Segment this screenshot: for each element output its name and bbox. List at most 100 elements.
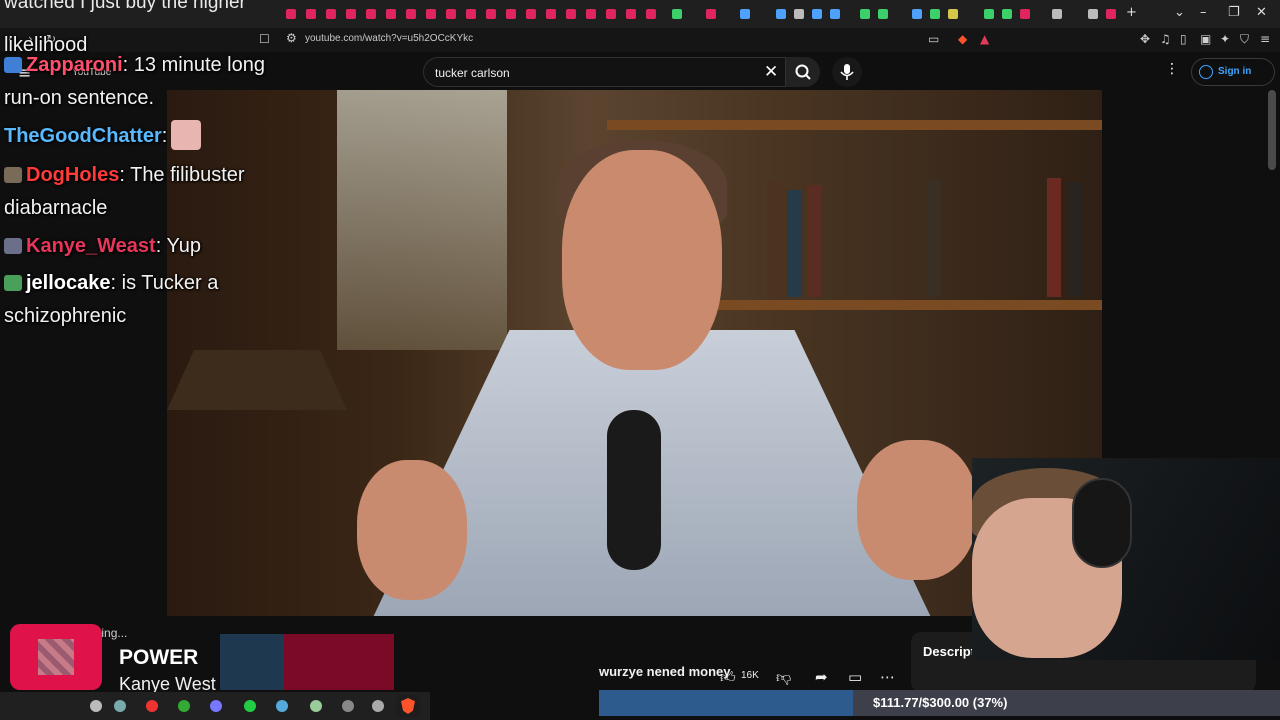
video-book — [1047, 178, 1061, 297]
taskbar-app-icon[interactable] — [244, 700, 256, 712]
browser-tab[interactable] — [672, 9, 682, 19]
chat-text: : 13 minute long — [122, 54, 265, 76]
leo-icon[interactable]: ✦ — [1220, 32, 1230, 46]
browser-tab[interactable] — [426, 9, 436, 19]
search-input[interactable]: tucker carlson ✕ — [423, 57, 786, 87]
browser-tab[interactable] — [776, 9, 786, 19]
browser-tab[interactable] — [386, 9, 396, 19]
more-vert-icon[interactable]: ⋮ — [1165, 61, 1179, 77]
browser-tab[interactable] — [1020, 9, 1030, 19]
taskbar-app-icon[interactable] — [90, 700, 102, 712]
dislike-icon[interactable]: 👎︎ — [776, 668, 791, 687]
browser-tab[interactable] — [830, 9, 840, 19]
wallet-icon[interactable]: ▣ — [1200, 32, 1211, 46]
url-field[interactable]: ⚙ youtube.com/watch?v=u5h2OCcKYkc — [280, 30, 1000, 50]
taskbar-app-icon[interactable] — [146, 700, 158, 712]
cast-icon[interactable]: ▭ — [928, 32, 939, 46]
extensions-icon[interactable]: ✥ — [1140, 32, 1150, 46]
save-icon[interactable]: ▭ — [848, 668, 862, 686]
browser-tab[interactable] — [794, 9, 804, 19]
sidebar-icon[interactable]: ▯ — [1180, 32, 1187, 46]
taskbar-app-icon[interactable] — [210, 700, 222, 712]
voice-search-button[interactable] — [832, 57, 862, 87]
like-count: 16K — [741, 670, 759, 681]
browser-tab[interactable] — [912, 9, 922, 19]
chat-text: : The filibuster — [119, 164, 245, 186]
search-query-text: tucker carlson — [435, 66, 510, 80]
browser-tab[interactable] — [526, 9, 536, 19]
taskbar-app-icon[interactable] — [372, 700, 384, 712]
taskbar-app-icon[interactable] — [114, 700, 126, 712]
chat-message: TheGoodChatter: — [4, 120, 202, 153]
browser-tab[interactable] — [446, 9, 456, 19]
browser-tab[interactable] — [566, 9, 576, 19]
browser-tab[interactable] — [860, 9, 870, 19]
taskbar-app-icon[interactable] — [178, 700, 190, 712]
brave-rewards-icon[interactable]: ▲ — [980, 32, 989, 46]
chat-overflow-caption: watched I just buy the higher — [4, 0, 246, 13]
browser-tab[interactable] — [586, 9, 596, 19]
chat-message-continued: run-on sentence. — [4, 87, 155, 109]
browser-tab[interactable] — [506, 9, 516, 19]
more-actions-icon[interactable]: ⋯ — [880, 668, 895, 686]
taskbar — [0, 692, 430, 720]
like-icon[interactable]: 👍︎ — [720, 668, 736, 687]
close-icon[interactable]: ✕ — [764, 62, 778, 82]
browser-tab[interactable] — [486, 9, 496, 19]
brave-browser-taskbar-button[interactable] — [396, 695, 420, 717]
minimize-icon[interactable]: – — [1200, 5, 1207, 20]
browser-tab[interactable] — [546, 9, 556, 19]
brave-shields-icon[interactable]: ◆ — [958, 32, 967, 46]
browser-tab[interactable] — [948, 9, 958, 19]
browser-tab[interactable] — [706, 9, 716, 19]
brave-icon — [401, 698, 415, 714]
browser-tab[interactable] — [1002, 9, 1012, 19]
donation-goal-fill — [599, 690, 853, 716]
browser-tab[interactable] — [306, 9, 316, 19]
vpn-icon[interactable]: ⛉ — [1240, 32, 1249, 47]
now-playing-decoration — [284, 634, 394, 690]
sign-in-button[interactable]: Sign in — [1191, 58, 1275, 86]
browser-tab[interactable] — [466, 9, 476, 19]
taskbar-app-icon[interactable] — [342, 700, 354, 712]
new-tab-icon[interactable]: + — [1126, 5, 1137, 20]
browser-tab[interactable] — [878, 9, 888, 19]
video-player[interactable] — [167, 90, 1102, 616]
browser-tab[interactable] — [1088, 9, 1098, 19]
window-close-icon[interactable]: ✕ — [1256, 5, 1267, 20]
chat-badge-icon — [4, 275, 22, 291]
streamer-webcam — [972, 458, 1280, 660]
browser-tab[interactable] — [346, 9, 356, 19]
chevron-down-icon[interactable]: ⌄ — [1174, 5, 1185, 20]
browser-tab[interactable] — [1052, 9, 1062, 19]
browser-tab[interactable] — [366, 9, 376, 19]
browser-tab[interactable] — [740, 9, 750, 19]
browser-menu-icon[interactable]: ≡ — [1260, 32, 1270, 46]
taskbar-app-icon[interactable] — [276, 700, 288, 712]
browser-tab[interactable] — [286, 9, 296, 19]
maximize-icon[interactable]: ❐ — [1228, 5, 1240, 20]
search-button[interactable] — [786, 57, 820, 87]
browser-tab[interactable] — [406, 9, 416, 19]
browser-tab[interactable] — [1106, 9, 1116, 19]
site-info-icon[interactable]: ⚙ — [286, 31, 297, 45]
video-window-light — [337, 90, 507, 350]
chat-username: TheGoodChatter — [4, 125, 162, 147]
page-scrollbar[interactable] — [1268, 90, 1276, 170]
pig-emote-icon — [171, 120, 202, 150]
browser-tab-strip: watched I just buy the higher + ⌄ – ❐ ✕ — [0, 0, 1280, 28]
taskbar-app-icon[interactable] — [310, 700, 322, 712]
media-icon[interactable]: ♫ — [1160, 32, 1171, 46]
chat-username: jellocake — [26, 272, 111, 294]
browser-tab[interactable] — [606, 9, 616, 19]
search-icon — [795, 64, 811, 80]
browser-tab[interactable] — [984, 9, 994, 19]
browser-tab[interactable] — [626, 9, 636, 19]
browser-tab[interactable] — [930, 9, 940, 19]
browser-tab[interactable] — [326, 9, 336, 19]
browser-tab[interactable] — [646, 9, 656, 19]
bookmark-icon[interactable]: ☐ — [259, 32, 270, 46]
chat-text: : is Tucker a — [110, 272, 219, 294]
browser-tab[interactable] — [812, 9, 822, 19]
share-icon[interactable]: ➦ — [815, 668, 828, 686]
